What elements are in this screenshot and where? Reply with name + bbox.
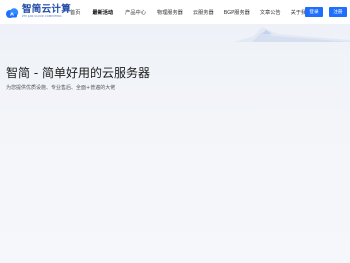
nav-item-physical-servers[interactable]: 物理服务器 <box>157 9 183 16</box>
brand-name: 智简云计算 <box>22 4 72 16</box>
hero-decoration <box>234 27 350 42</box>
hero-title: 智简 - 简单好用的云服务器 <box>6 66 150 80</box>
cloud-logo-icon <box>5 5 19 19</box>
nav-item-latest-activity[interactable]: 最新活动 <box>92 9 113 16</box>
hero-banner: 智简 - 简单好用的云服务器 为您提供优质设施、专业售后、全面+普遍的大佬 <box>0 24 350 263</box>
brand-logo[interactable]: 智简云计算 ZHI JIAN CLOUD COMPUTING <box>5 4 71 20</box>
nav-item-home[interactable]: 首页 <box>70 9 80 16</box>
main-nav: 首页 最新活动 产品中心 物理服务器 云服务器 BGP服务器 文章公告 关于我们 <box>66 0 311 24</box>
hero-subtitle: 为您提供优质设施、专业售后、全面+普遍的大佬 <box>6 85 116 91</box>
brand-tagline: ZHI JIAN CLOUD COMPUTING <box>22 14 62 18</box>
nav-item-bgp-servers[interactable]: BGP服务器 <box>224 9 250 16</box>
top-navbar: 智简云计算 ZHI JIAN CLOUD COMPUTING 首页 最新活动 产… <box>0 0 350 24</box>
nav-item-products[interactable]: 产品中心 <box>125 9 146 16</box>
login-button[interactable]: 登录 <box>305 7 323 17</box>
nav-item-articles[interactable]: 文章公告 <box>260 9 281 16</box>
nav-item-cloud-servers[interactable]: 云服务器 <box>193 9 214 16</box>
register-button[interactable]: 注册 <box>329 7 347 17</box>
